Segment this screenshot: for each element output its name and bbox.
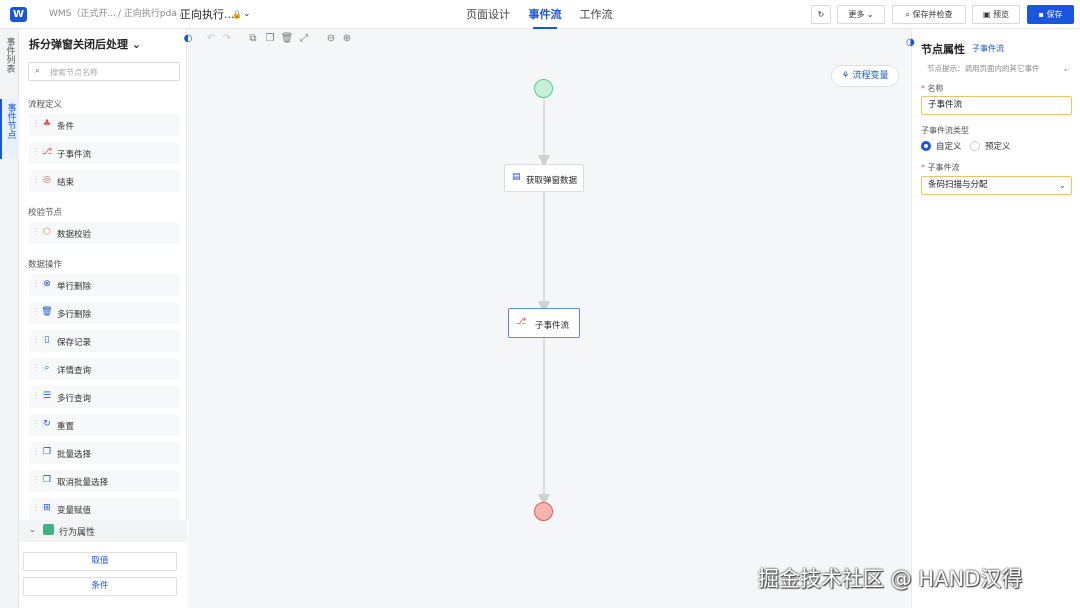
node-item-condition[interactable]: ⋮⋮ ♣ 条件 [29, 114, 180, 136]
section-validation: 校验节点 [28, 208, 63, 218]
node-type-label: 子事件流 [972, 44, 1004, 53]
side-tab-event-nodes[interactable]: 事件节点 [0, 99, 19, 159]
node-library-panel: 拆分弹窗关闭后处理 ⌄ ⌕ 搜索节点名称 流程定义 ⋮⋮ ♣ 条件 ⋮⋮ ⎇ 子… [19, 29, 187, 608]
node-item-variable[interactable]: ⋮⋮ ⊞ 变量赋值 [29, 498, 180, 520]
start-node[interactable] [534, 79, 553, 98]
name-input[interactable]: 子事件流 [921, 96, 1072, 115]
validate-icon: ⬡ [43, 227, 51, 237]
name-label: * 名称 [921, 84, 944, 93]
chevron-down-icon: ⌄ [1062, 64, 1069, 73]
event-title[interactable]: 拆分弹窗关闭后处理 ⌄ [29, 36, 141, 52]
flow-canvas[interactable]: ◐ ↶ ↷ ⧉ ❐ 🗑 ⤢ ⊖ ⊕ ⚘ 流程变量 ▤ 获取弹窗数据 ⎇ 子事件流 [184, 29, 910, 608]
subflow-icon: ⎇ [516, 317, 527, 327]
node-hint[interactable]: 节点提示：调用页面内的其它事件 ⌄ [921, 61, 1072, 77]
save-record-icon: ▯ [44, 335, 50, 345]
search-input[interactable]: ⌕ 搜索节点名称 [28, 62, 180, 81]
value-button[interactable]: 取值 [23, 552, 177, 571]
node-item-reset[interactable]: ⋮⋮ ↻ 重置 [29, 414, 180, 436]
chevron-down-icon: ⌄ [1059, 181, 1066, 190]
side-tab-event-list[interactable]: 事件列表 [0, 33, 19, 89]
preview-button[interactable]: ▣ 预览 [972, 5, 1020, 24]
behavior-icon [43, 524, 54, 535]
more-button[interactable]: 更多 ⌄ [837, 5, 885, 24]
breadcrumb-current[interactable]: 正向执行... [180, 0, 235, 29]
end-icon: ◎ [43, 175, 51, 185]
chevron-down-icon[interactable]: ⌄ [132, 38, 141, 51]
node-item-list-query[interactable]: ⋮⋮ ☰ 多行查询 [29, 386, 180, 408]
lock-icon: 🔒 [232, 10, 242, 19]
behavior-properties: ⌄ 行为属性 取值 条件 [19, 520, 187, 608]
section-data-ops: 数据操作 [28, 260, 63, 270]
breadcrumb-page[interactable]: / 正向执行pda / [118, 0, 183, 29]
detail-query-icon: ⌕ [44, 363, 50, 373]
save-icon: ▪ [1038, 10, 1044, 19]
tab-page-design[interactable]: 页面设计 [458, 0, 518, 29]
magnifier-icon: ⌕ [905, 10, 910, 19]
radio-custom[interactable]: 自定义 [921, 140, 962, 152]
side-tabs: 事件列表 事件节点 [0, 29, 19, 608]
trash-icon: 🗑 [41, 307, 53, 317]
watermark: 掘金技术社区 @ HAND汉得 [758, 567, 1023, 591]
preview-icon: ▣ [982, 10, 991, 19]
refresh-button[interactable]: ↻ [811, 5, 831, 24]
chevron-down-icon[interactable]: ⌄ [29, 525, 36, 534]
behavior-header[interactable]: ⌄ 行为属性 [19, 520, 187, 542]
node-item-validate[interactable]: ⋮⋮ ⬡ 数据校验 [29, 222, 180, 244]
reset-icon: ↻ [43, 419, 51, 429]
node-properties-panel: ◑ 节点属性 子事件流 节点提示：调用页面内的其它事件 ⌄ * 名称 子事件流 子… [906, 29, 1080, 608]
condition-button[interactable]: 条件 [23, 577, 177, 596]
tab-workflow[interactable]: 工作流 [572, 0, 620, 29]
variable-icon: ⊞ [43, 503, 51, 513]
top-bar: W WMS（正式开... / 正向执行pda / 正向执行... 🔒 ⌄ 页面设… [0, 0, 1080, 29]
flow-node-subflow[interactable]: ⎇ 子事件流 [508, 308, 580, 338]
collapse-panel-icon[interactable]: ◑ [906, 37, 915, 48]
end-node[interactable] [534, 502, 553, 521]
refresh-icon: ↻ [817, 10, 825, 19]
node-item-end[interactable]: ⋮⋮ ◎ 结束 [29, 170, 180, 192]
chevron-down-icon[interactable]: ⌄ [243, 0, 251, 29]
tab-event-flow[interactable]: 事件流 [521, 0, 569, 29]
radio-checked-icon [921, 141, 931, 151]
subflow-select[interactable]: 条码扫描与分配 ⌄ [921, 176, 1072, 195]
section-flow-definition: 流程定义 [28, 100, 63, 110]
node-item-batch-select[interactable]: ⋮⋮ ❐ 批量选择 [29, 442, 180, 464]
radio-unchecked-icon [970, 141, 980, 151]
delete-row-icon: ⊗ [43, 279, 51, 289]
batch-select-icon: ❐ [42, 447, 52, 457]
node-item-delete-row[interactable]: ⋮⋮ ⊗ 单行删除 [29, 274, 180, 296]
subflow-label: * 子事件流 [921, 163, 960, 172]
save-button[interactable]: ▪ 保存 [1027, 5, 1074, 24]
node-item-delete-rows[interactable]: ⋮⋮ 🗑 多行删除 [29, 302, 180, 324]
list-query-icon: ☰ [42, 391, 52, 401]
node-item-cancel-batch[interactable]: ⋮⋮ ❐ 取消批量选择 [29, 470, 180, 492]
data-fetch-icon: ▤ [512, 172, 521, 182]
save-check-button[interactable]: ⌕ 保存并检查 [892, 5, 966, 24]
node-item-subflow[interactable]: ⋮⋮ ⎇ 子事件流 [29, 142, 180, 164]
breadcrumb-app[interactable]: WMS（正式开... [49, 0, 116, 29]
cancel-batch-icon: ❐ [42, 475, 52, 485]
flow-node-fetch-data[interactable]: ▤ 获取弹窗数据 [504, 164, 584, 192]
panel-title: 节点属性 [921, 43, 965, 56]
node-item-detail-query[interactable]: ⋮⋮ ⌕ 详情查询 [29, 358, 180, 380]
radio-predefined[interactable]: 预定义 [970, 140, 1011, 152]
node-item-save-record[interactable]: ⋮⋮ ▯ 保存记录 [29, 330, 180, 352]
subflow-icon: ⎇ [41, 147, 53, 157]
search-icon: ⌕ [35, 66, 41, 76]
condition-icon: ♣ [42, 119, 52, 129]
app-logo[interactable]: W [10, 7, 27, 22]
subflow-type-label: 子事件流类型 [921, 126, 969, 135]
